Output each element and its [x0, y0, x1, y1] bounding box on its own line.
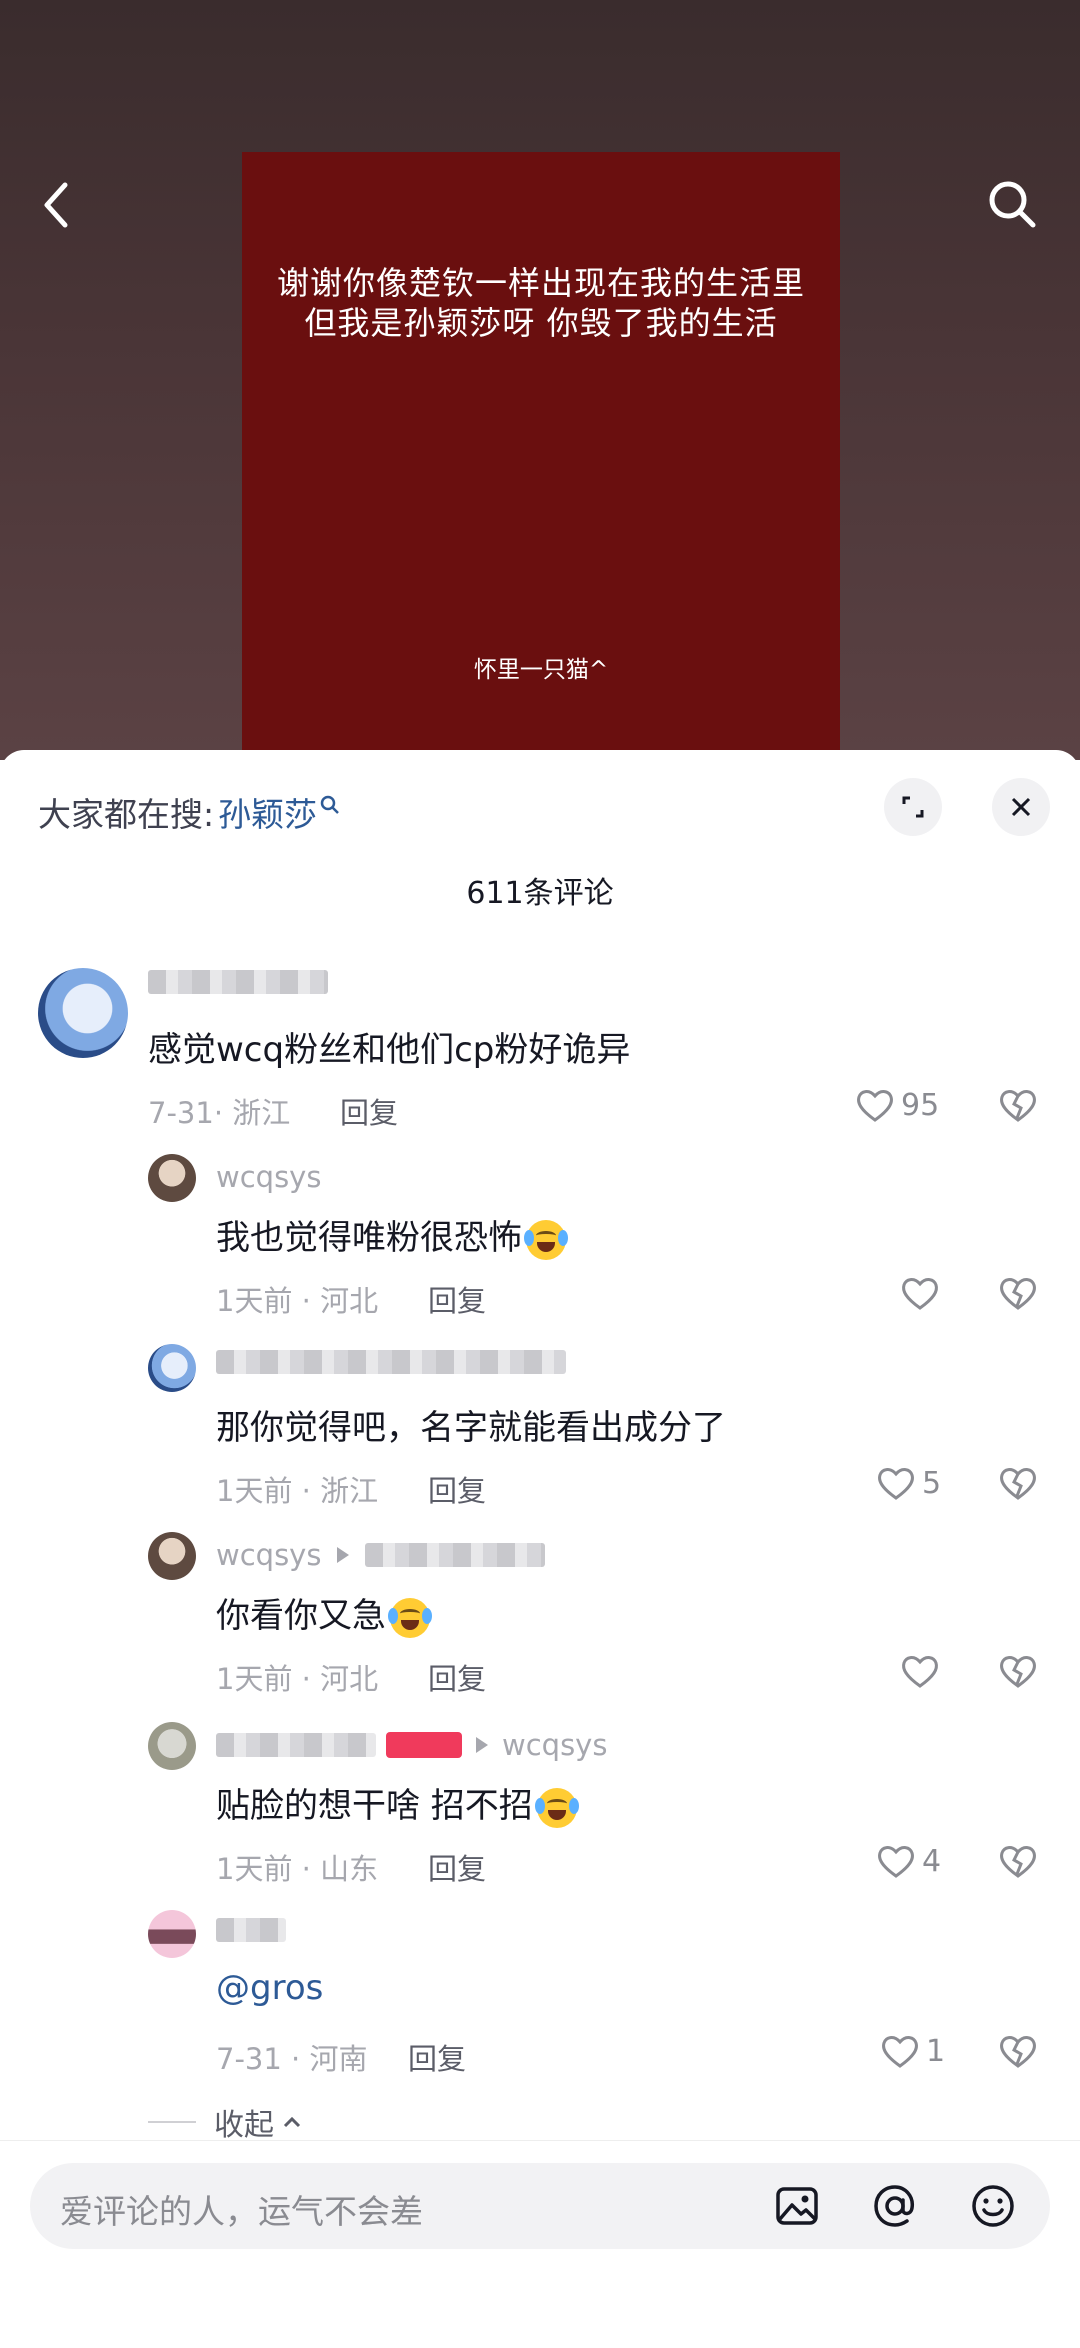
- like-button[interactable]: 1: [880, 2032, 945, 2070]
- expand-icon: [902, 796, 924, 818]
- comment-input[interactable]: 爱评论的人，运气不会差: [30, 2163, 1050, 2249]
- comment-count: 611条评论: [466, 876, 614, 911]
- avatar[interactable]: [148, 1532, 196, 1580]
- reply-button[interactable]: 回复: [408, 2036, 466, 2078]
- like-button[interactable]: 4: [876, 1842, 941, 1880]
- comment-sheet: 大家都在搜: 孙颖莎 611条评论 感觉wcq粉丝和他们cp粉好诡异 7-31·…: [0, 750, 1080, 2347]
- input-placeholder: 爱评论的人，运气不会差: [60, 2192, 423, 2231]
- close-button[interactable]: [992, 778, 1050, 836]
- like-count: 1: [926, 2033, 946, 2069]
- broken-heart-icon: [1000, 1468, 1036, 1500]
- dislike-button[interactable]: [998, 1086, 1038, 1128]
- dislike-button[interactable]: [998, 1842, 1038, 1884]
- comment-text: 感觉wcq粉丝和他们cp粉好诡异: [148, 1030, 631, 1070]
- reply-button[interactable]: 回复: [340, 1090, 398, 1132]
- like-button[interactable]: [900, 1274, 940, 1312]
- broken-heart-icon: [1000, 1656, 1036, 1688]
- broken-heart-icon: [1000, 1278, 1036, 1310]
- broken-heart-icon: [1000, 2036, 1036, 2068]
- heart-icon: [902, 1278, 938, 1310]
- comment-meta: 7-31 · 河南: [216, 2042, 368, 2076]
- comment-input-bar: 爱评论的人，运气不会差: [0, 2140, 1080, 2348]
- like-count: 5: [922, 1465, 942, 1501]
- expand-button[interactable]: [884, 778, 942, 836]
- mention-text[interactable]: @gros: [216, 1968, 323, 2008]
- video-poster[interactable]: 谢谢你像楚钦一样出现在我的生活里 但我是孙颖莎呀 你毁了我的生活 怀里一只猫^: [242, 152, 840, 760]
- dislike-button[interactable]: [998, 1652, 1038, 1694]
- poster-line-2: 但我是孙颖莎呀 你毁了我的生活: [304, 304, 778, 342]
- comment-meta: 1天前 · 河北: [216, 1284, 379, 1318]
- back-arrow-icon: [44, 182, 68, 228]
- comment-username[interactable]: wcqsys: [216, 1538, 546, 1572]
- broken-heart-icon: [1000, 1846, 1036, 1878]
- laugh-cry-emoji: [524, 1219, 568, 1260]
- laugh-cry-emoji: [534, 1787, 579, 1828]
- close-icon: [1011, 797, 1031, 817]
- comment-text: 你看你又急: [216, 1588, 432, 1638]
- comment-meta: 1天前 · 河北: [216, 1662, 379, 1696]
- avatar[interactable]: [148, 1722, 196, 1770]
- like-button[interactable]: 95: [855, 1086, 939, 1124]
- heart-icon: [882, 2036, 918, 2068]
- reply-arrow-icon: [337, 1547, 350, 1563]
- emoji-button[interactable]: [968, 2181, 1018, 2231]
- comment-username[interactable]: wcqsys: [216, 1160, 321, 1194]
- like-count: 4: [922, 1843, 942, 1879]
- comment-meta: 1天前 · 浙江: [216, 1474, 379, 1508]
- comment-username[interactable]: [216, 1918, 286, 1942]
- smiley-icon: [972, 2185, 1014, 2227]
- search-button[interactable]: [978, 170, 1048, 240]
- avatar[interactable]: [148, 1154, 196, 1202]
- search-suggestion[interactable]: 大家都在搜: 孙颖莎: [38, 788, 341, 836]
- collapse-label: 收起: [214, 2108, 274, 2143]
- heart-icon: [878, 1468, 914, 1500]
- dislike-button[interactable]: [998, 2032, 1038, 2074]
- comment-text: 贴脸的想干啥 招不招: [216, 1778, 579, 1828]
- like-count: 95: [901, 1087, 940, 1123]
- avatar[interactable]: [148, 1910, 196, 1958]
- like-button[interactable]: 5: [876, 1464, 941, 1502]
- collapse-replies-button[interactable]: 收起: [148, 2100, 304, 2144]
- reply-button[interactable]: 回复: [428, 1278, 486, 1320]
- comment-meta: 7-31· 浙江: [148, 1096, 291, 1130]
- divider: [148, 2121, 196, 2123]
- avatar[interactable]: [148, 1344, 196, 1392]
- search-keyword[interactable]: 孙颖莎: [218, 788, 317, 836]
- reply-button[interactable]: 回复: [428, 1846, 486, 1888]
- reply-button[interactable]: 回复: [428, 1468, 486, 1510]
- comment-text: 那你觉得吧，名字就能看出成分了: [216, 1408, 726, 1448]
- comment-username[interactable]: [216, 1350, 566, 1374]
- heart-icon: [878, 1846, 914, 1878]
- at-sign-icon: [874, 2185, 915, 2227]
- back-button[interactable]: [22, 170, 92, 240]
- reply-button[interactable]: 回复: [428, 1656, 486, 1698]
- search-prefix: 大家都在搜:: [38, 795, 215, 834]
- avatar[interactable]: [38, 968, 128, 1058]
- comment-meta: 1天前 · 山东: [216, 1852, 379, 1886]
- user-badge: [386, 1732, 462, 1758]
- dislike-button[interactable]: [998, 1464, 1038, 1506]
- search-icon: [989, 181, 1036, 228]
- poster-signature: 怀里一只猫^: [473, 657, 609, 683]
- small-search-icon: [320, 795, 340, 814]
- comment-username[interactable]: wcqsys: [216, 1728, 607, 1762]
- like-button[interactable]: [900, 1652, 940, 1690]
- image-button[interactable]: [772, 2181, 822, 2231]
- comment-text: 我也觉得唯粉很恐怖: [216, 1210, 568, 1260]
- heart-icon: [902, 1656, 938, 1688]
- reply-arrow-icon: [476, 1737, 488, 1753]
- comment-username[interactable]: [148, 970, 328, 994]
- broken-heart-icon: [1000, 1090, 1036, 1122]
- mention-button[interactable]: [870, 2181, 920, 2231]
- laugh-cry-emoji: [388, 1597, 432, 1638]
- image-icon: [776, 2187, 818, 2225]
- heart-icon: [857, 1090, 893, 1122]
- chevron-up-icon: [283, 2116, 301, 2128]
- dislike-button[interactable]: [998, 1274, 1038, 1316]
